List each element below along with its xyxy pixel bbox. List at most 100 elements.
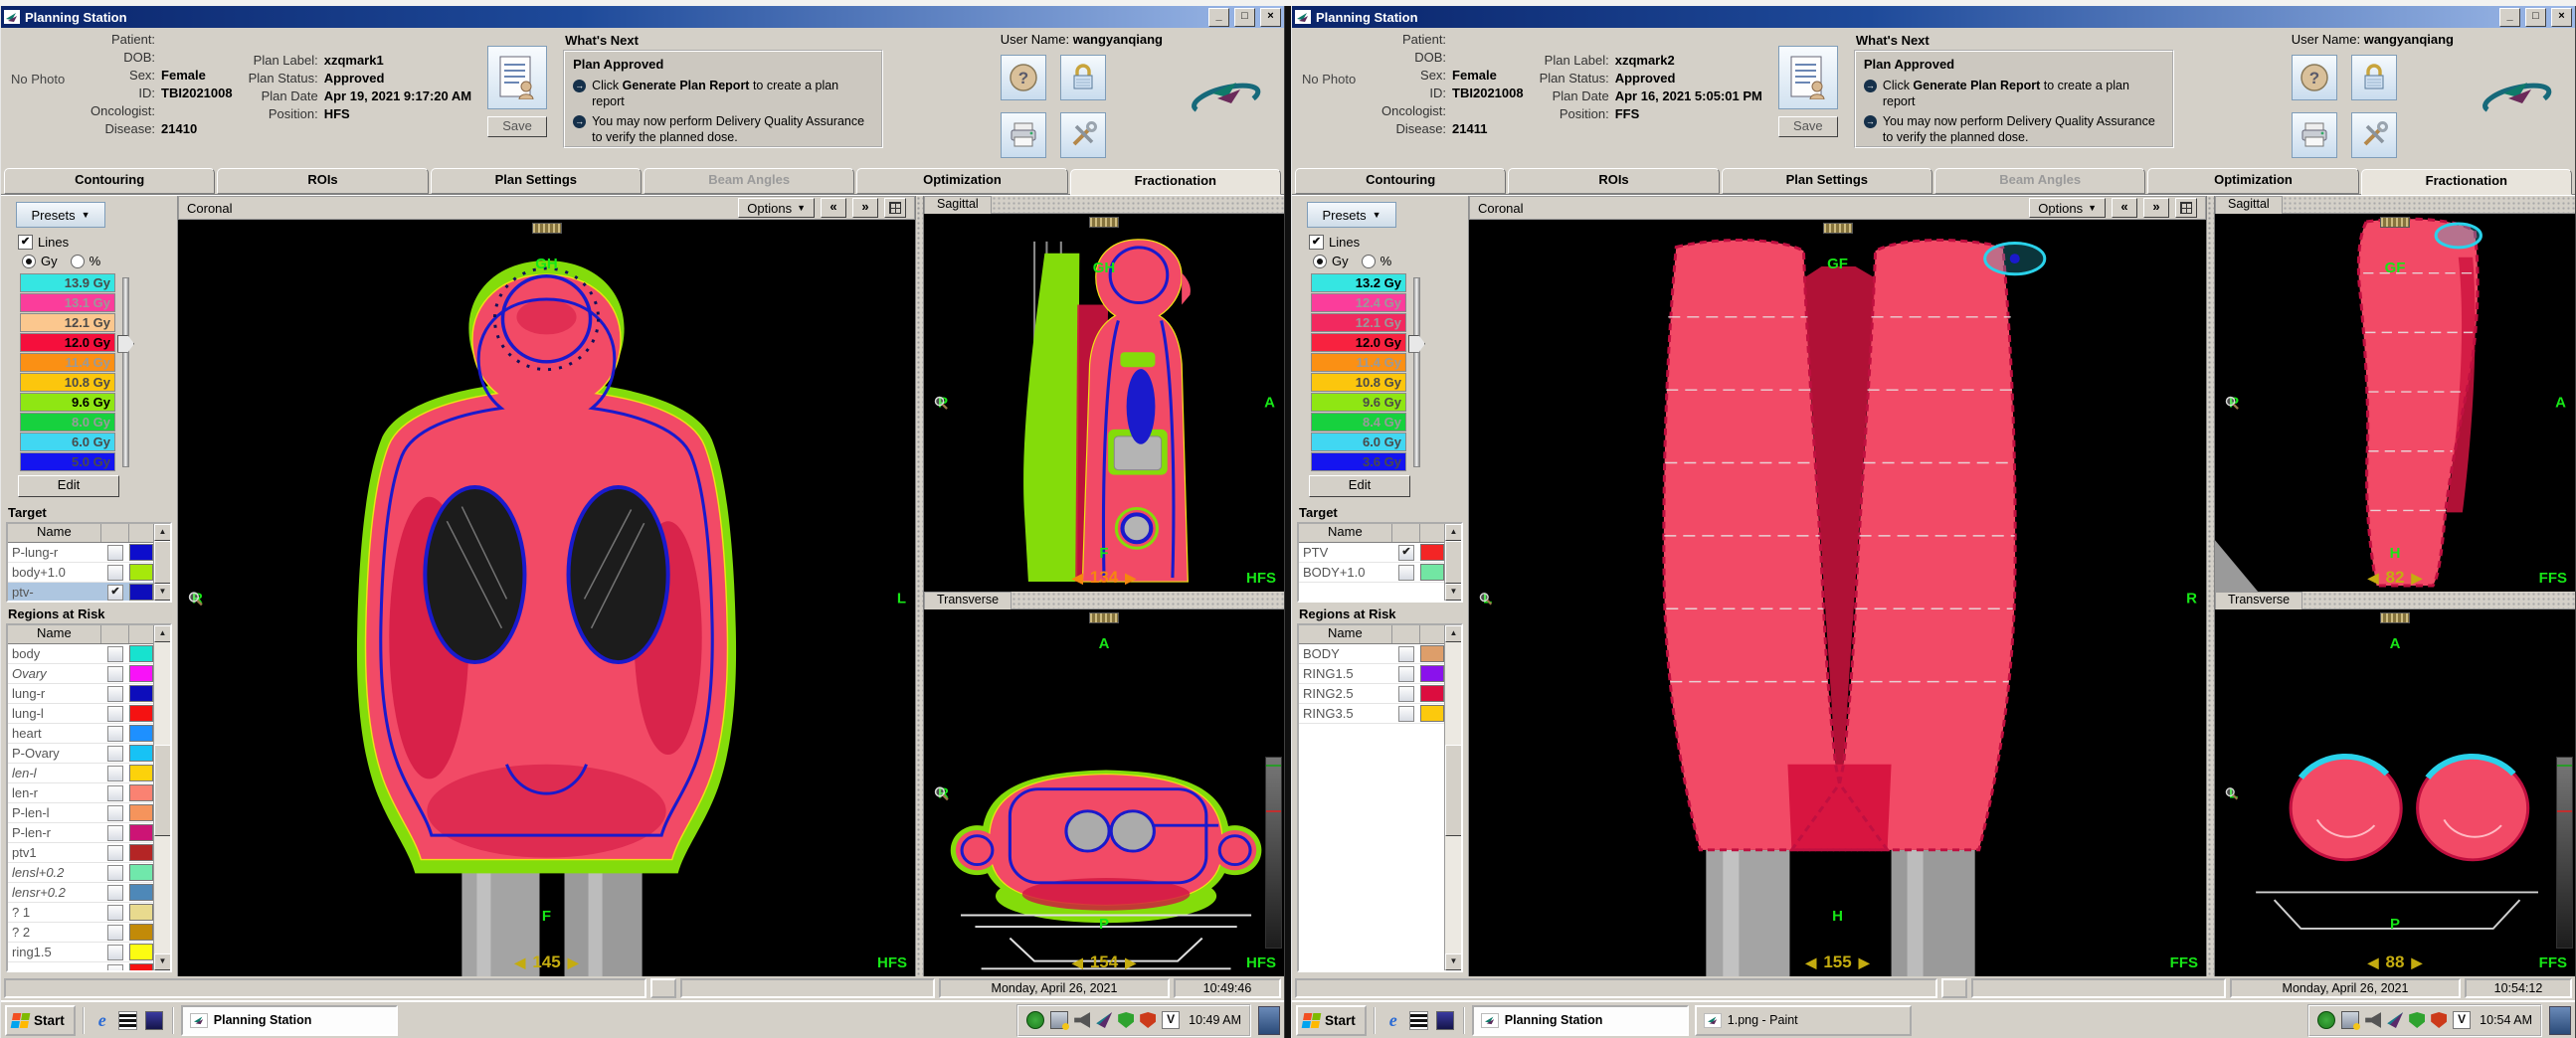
taskbar-task-button[interactable]: Planning Station (181, 1005, 398, 1036)
quicklaunch-app-icon[interactable] (1435, 1010, 1455, 1030)
presets-button[interactable]: Presets▼ (1307, 202, 1396, 228)
dose-level-slider[interactable] (115, 273, 133, 471)
tab[interactable]: Optimization (2147, 168, 2358, 194)
region-row[interactable]: len-r (8, 783, 153, 803)
visibility-checkbox[interactable] (107, 964, 123, 973)
status-small-button[interactable] (650, 978, 676, 998)
region-row[interactable]: ? 2 (8, 923, 153, 943)
panel-splitter[interactable] (1012, 592, 1284, 609)
prev-slice-button[interactable]: ◀ (1806, 954, 1817, 971)
visibility-checkbox[interactable] (107, 825, 123, 841)
dose-level-swatch[interactable]: 13.9 Gy (20, 273, 115, 292)
target-row[interactable]: body+1.0 (8, 563, 153, 583)
tray-display-icon[interactable] (2341, 1011, 2359, 1029)
prev-slice-button[interactable]: ◀ (2368, 570, 2379, 587)
visibility-checkbox[interactable] (107, 646, 123, 662)
visibility-checkbox[interactable] (107, 545, 123, 561)
print-button[interactable] (2292, 112, 2337, 158)
scroll-up-arrow[interactable]: ▲ (154, 625, 171, 642)
coronal-canvas[interactable]: GH R L F ◀ 145 ▶ HFS (178, 220, 915, 976)
roi-color-swatch[interactable] (129, 824, 153, 841)
layout-button[interactable] (2175, 198, 2197, 218)
gy-radio[interactable] (1313, 255, 1327, 268)
quicklaunch-app-icon[interactable] (144, 1010, 164, 1030)
presets-button[interactable]: Presets▼ (16, 202, 105, 228)
options-button[interactable]: Options▼ (738, 198, 815, 218)
lock-button[interactable] (2351, 55, 2397, 100)
roi-color-swatch[interactable] (1420, 544, 1444, 561)
save-button[interactable]: Save (1778, 116, 1838, 137)
region-row[interactable]: lensl+0.2 (8, 863, 153, 883)
next-slice-button[interactable]: ▶ (568, 954, 579, 971)
prev-slice-button[interactable]: ◀ (2368, 954, 2379, 971)
dose-level-slider[interactable] (1406, 273, 1424, 471)
lines-checkbox[interactable]: ✔ (1309, 235, 1324, 250)
tab[interactable]: ROIs (217, 168, 428, 194)
dose-level-swatch[interactable]: 11.4 Gy (20, 353, 115, 372)
visibility-checkbox[interactable] (1398, 565, 1414, 581)
generate-report-button[interactable] (487, 46, 547, 109)
target-row[interactable]: BODY+1.0 (1299, 563, 1444, 583)
region-row[interactable]: RING1.5 (1299, 664, 1444, 684)
target-row[interactable]: P-lung-r (8, 543, 153, 563)
help-button[interactable]: ? (1001, 55, 1046, 100)
roi-color-swatch[interactable] (129, 944, 153, 960)
sagittal-canvas[interactable]: GF P A H ◀ 82 ▶ FFS (2215, 214, 2575, 592)
dose-level-swatch[interactable]: 12.1 Gy (1311, 313, 1406, 332)
dose-level-swatch[interactable]: 6.0 Gy (20, 432, 115, 451)
sagittal-canvas[interactable]: GH P A F ◀ 134 ▶ HFS (924, 214, 1284, 592)
minimize-button[interactable]: _ (2499, 8, 2520, 27)
quicklaunch-ie-icon[interactable]: e (1383, 1010, 1403, 1030)
tab[interactable]: Fractionation (1070, 169, 1281, 195)
show-desktop-icon[interactable] (2549, 1006, 2571, 1035)
dose-level-swatch[interactable]: 8.0 Gy (20, 413, 115, 432)
region-row[interactable]: RING3.5 (1299, 704, 1444, 724)
region-row[interactable]: P-len-l (8, 803, 153, 823)
region-row[interactable]: P-Ovary (8, 744, 153, 764)
visibility-checkbox[interactable] (107, 805, 123, 821)
tray-shield-ok-icon[interactable] (1118, 1012, 1134, 1028)
visibility-checkbox[interactable] (107, 905, 123, 921)
percent-radio[interactable] (71, 255, 85, 268)
tray-volume-icon[interactable] (1074, 1012, 1090, 1028)
options-button[interactable]: Options▼ (2029, 198, 2106, 218)
lines-checkbox[interactable]: ✔ (18, 235, 33, 250)
tray-app-icon[interactable] (1096, 1012, 1112, 1028)
region-row[interactable]: lung-r (8, 684, 153, 704)
next-slice-button[interactable]: ▶ (2411, 954, 2422, 971)
visibility-checkbox[interactable] (107, 845, 123, 861)
roi-color-swatch[interactable] (129, 963, 153, 972)
tab[interactable]: Fractionation (2361, 169, 2572, 195)
tab[interactable]: Optimization (856, 168, 1067, 194)
roi-color-swatch[interactable] (129, 544, 153, 561)
visibility-checkbox[interactable] (107, 706, 123, 722)
region-row[interactable]: RING2.5 (1299, 684, 1444, 704)
tray-sdp-icon[interactable] (2317, 1011, 2335, 1029)
tools-button[interactable] (2351, 112, 2397, 158)
edit-dose-scale-button[interactable]: Edit (1309, 475, 1410, 497)
visibility-checkbox[interactable]: ✔ (1398, 545, 1414, 561)
dose-level-swatch[interactable]: 12.1 Gy (20, 313, 115, 332)
scroll-down-arrow[interactable]: ▼ (1445, 584, 1462, 601)
dose-level-swatch[interactable]: 3.6 Gy (1311, 452, 1406, 471)
scroll-up-arrow[interactable]: ▲ (154, 524, 171, 541)
dose-level-swatch[interactable]: 12.0 Gy (20, 333, 115, 352)
visibility-checkbox[interactable] (1398, 666, 1414, 682)
visibility-checkbox[interactable] (107, 686, 123, 702)
region-row[interactable]: len-l (8, 764, 153, 783)
region-row[interactable]: BODY (1299, 644, 1444, 664)
visibility-checkbox[interactable] (107, 885, 123, 901)
dose-level-swatch[interactable]: 9.6 Gy (20, 393, 115, 412)
region-row[interactable]: ptv1 (8, 843, 153, 863)
close-button[interactable]: × (1260, 8, 1281, 27)
tab[interactable]: Plan Settings (1722, 168, 1932, 194)
roi-color-swatch[interactable] (129, 904, 153, 921)
start-button[interactable]: Start (5, 1005, 76, 1036)
dose-level-swatch[interactable]: 13.1 Gy (20, 293, 115, 312)
next-view-button[interactable]: » (2143, 198, 2169, 218)
visibility-checkbox[interactable] (1398, 706, 1414, 722)
quicklaunch-ie-icon[interactable]: e (92, 1010, 112, 1030)
tray-volume-icon[interactable] (2365, 1012, 2381, 1028)
roi-color-swatch[interactable] (1420, 685, 1444, 702)
roi-color-swatch[interactable] (129, 784, 153, 801)
